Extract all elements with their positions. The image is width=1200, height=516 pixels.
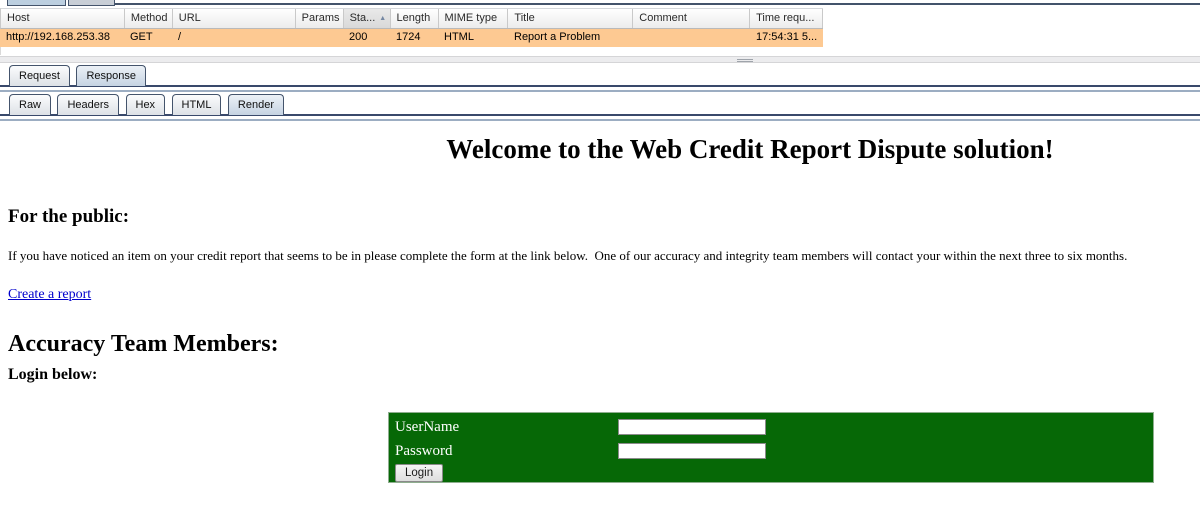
column-header-label: MIME type bbox=[445, 9, 498, 28]
column-header-label: Length bbox=[397, 9, 431, 28]
cell-comment bbox=[633, 29, 750, 47]
username-label: UserName bbox=[395, 419, 618, 436]
tab-headers[interactable]: Headers bbox=[57, 94, 119, 115]
render-view: Welcome to the Web Credit Report Dispute… bbox=[0, 121, 1200, 516]
table-row[interactable]: http://192.168.253.38 GET / 200 1724 HTM… bbox=[0, 29, 823, 47]
column-header-label: Comment bbox=[639, 9, 687, 28]
column-header-method[interactable]: Method bbox=[125, 9, 173, 28]
column-header-time-requested[interactable]: Time requ... bbox=[750, 9, 823, 28]
cell-url: / bbox=[172, 29, 295, 47]
tab-raw[interactable]: Raw bbox=[9, 94, 51, 115]
column-header-mime-type[interactable]: MIME type bbox=[439, 9, 509, 28]
table-empty-area bbox=[0, 47, 823, 55]
column-header-comment[interactable]: Comment bbox=[633, 9, 750, 28]
column-header-url[interactable]: URL bbox=[173, 9, 296, 28]
cell-status: 200 bbox=[343, 29, 390, 47]
top-tab-partial[interactable] bbox=[68, 0, 115, 6]
login-button[interactable]: Login bbox=[395, 464, 443, 482]
rendered-page-content: Welcome to the Web Credit Report Dispute… bbox=[0, 133, 1200, 483]
tab-response[interactable]: Response bbox=[76, 65, 146, 86]
login-form-table: UserName Password Login bbox=[388, 412, 1154, 483]
column-header-label: Host bbox=[7, 9, 30, 28]
login-button-row: Login bbox=[389, 463, 1153, 483]
column-header-label: Time requ... bbox=[756, 9, 814, 28]
http-history-table: Host Method URL Params Sta... ▲ Length M… bbox=[0, 8, 1200, 56]
password-label: Password bbox=[395, 443, 618, 460]
cell-title: Report a Problem bbox=[508, 29, 633, 47]
tab-render[interactable]: Render bbox=[228, 94, 284, 115]
column-header-length[interactable]: Length bbox=[391, 9, 439, 28]
public-section-heading: For the public: bbox=[8, 206, 1200, 229]
column-header-host[interactable]: Host bbox=[1, 9, 125, 28]
message-tab-bar: Request Response bbox=[0, 63, 1200, 87]
cell-params bbox=[295, 29, 343, 47]
tab-request[interactable]: Request bbox=[9, 65, 70, 86]
password-row: Password bbox=[389, 439, 1153, 463]
column-header-label: Title bbox=[514, 9, 534, 28]
username-row: UserName bbox=[389, 415, 1153, 439]
login-prompt: Login below: bbox=[8, 366, 1200, 384]
cell-time-requested: 17:54:31 5... bbox=[750, 29, 823, 47]
tab-hex[interactable]: Hex bbox=[126, 94, 166, 115]
table-header-row: Host Method URL Params Sta... ▲ Length M… bbox=[0, 8, 823, 29]
view-tab-bar: Raw Headers Hex HTML Render bbox=[0, 92, 1200, 116]
cell-host: http://192.168.253.38 bbox=[0, 29, 124, 47]
create-report-link[interactable]: Create a report bbox=[8, 287, 91, 302]
column-header-status[interactable]: Sta... ▲ bbox=[344, 9, 391, 28]
column-header-label: Method bbox=[131, 9, 168, 28]
column-header-title[interactable]: Title bbox=[508, 9, 633, 28]
username-input[interactable] bbox=[618, 419, 766, 435]
top-tab-partial-selected[interactable] bbox=[7, 0, 66, 6]
top-tab-strip bbox=[0, 0, 1200, 7]
public-paragraph: If you have noticed an item on your cred… bbox=[8, 248, 1200, 265]
tab-html[interactable]: HTML bbox=[172, 94, 222, 115]
pane-splitter[interactable] bbox=[0, 56, 1200, 63]
cell-mime-type: HTML bbox=[438, 29, 508, 47]
column-header-label: Params bbox=[302, 9, 340, 28]
column-header-label: Sta... bbox=[350, 9, 376, 28]
create-report-link-row: Create a report bbox=[8, 285, 1200, 302]
column-header-params[interactable]: Params bbox=[296, 9, 344, 28]
splitter-grip-icon[interactable] bbox=[737, 59, 753, 62]
tab-strip-divider bbox=[113, 3, 1200, 5]
password-input[interactable] bbox=[618, 443, 766, 459]
sort-ascending-icon: ▲ bbox=[379, 15, 386, 22]
cell-method: GET bbox=[124, 29, 172, 47]
column-header-label: URL bbox=[179, 9, 201, 28]
team-section-heading: Accuracy Team Members: bbox=[8, 331, 1200, 359]
cell-length: 1724 bbox=[390, 29, 438, 47]
page-title: Welcome to the Web Credit Report Dispute… bbox=[0, 133, 1200, 165]
